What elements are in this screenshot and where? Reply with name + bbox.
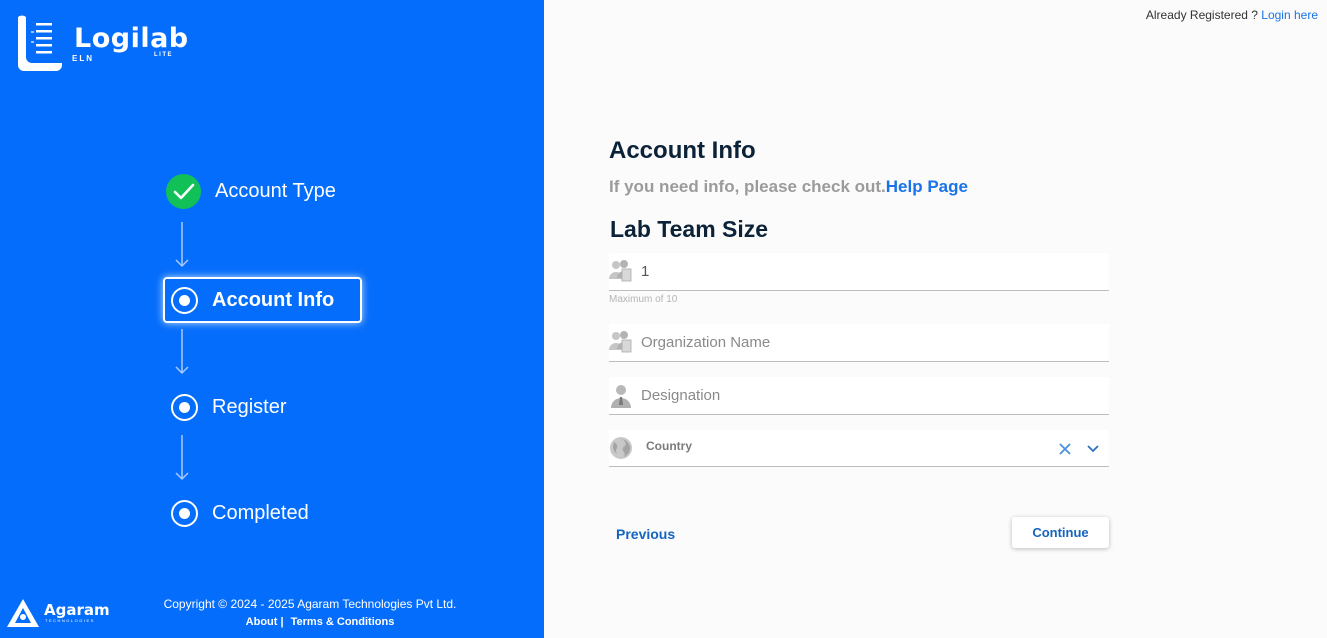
team-icon — [609, 259, 633, 285]
check-icon — [166, 174, 201, 209]
section-title: Lab Team Size — [610, 216, 769, 242]
brand-name: Logilab — [74, 23, 189, 54]
logilab-logo: Logilab ELN LITE — [14, 13, 194, 77]
designation-input[interactable] — [641, 387, 1081, 404]
logo-mark-icon — [18, 15, 62, 71]
country-select[interactable]: Country — [609, 430, 1109, 467]
arrow-down-icon — [175, 329, 189, 375]
previous-button[interactable]: Previous — [616, 526, 675, 542]
step-label: Account Type — [215, 180, 336, 202]
chevron-down-icon[interactable] — [1086, 442, 1100, 456]
agaram-logo: Agaram TECHNOLOGIES — [6, 596, 110, 630]
agaram-sub: TECHNOLOGIES — [45, 618, 95, 623]
step-completed: Completed — [171, 500, 309, 527]
step-label: Completed — [212, 502, 309, 524]
agaram-name: Agaram — [44, 601, 110, 619]
brand-tier: LITE — [154, 52, 173, 58]
already-registered: Already Registered ? Login here — [1146, 8, 1318, 22]
subtitle-text: If you need info, please check out. — [609, 177, 886, 196]
globe-icon — [609, 435, 633, 461]
copyright-text: Copyright © 2024 - 2025 Agaram Technolog… — [163, 597, 457, 611]
country-label: Country — [646, 438, 692, 453]
login-link[interactable]: Login here — [1261, 8, 1318, 22]
organization-field — [609, 324, 1109, 362]
arrow-down-icon — [175, 435, 189, 481]
brand-edition: ELN — [72, 54, 94, 63]
user-icon — [609, 383, 633, 409]
designation-field — [609, 377, 1109, 415]
team-size-hint: Maximum of 10 — [609, 294, 678, 305]
team-size-field — [609, 253, 1109, 291]
page-subtitle: If you need info, please check out.Help … — [609, 177, 968, 197]
terms-link[interactable]: Terms & Conditions — [291, 616, 395, 628]
step-account-info: Account Info — [163, 277, 363, 323]
radio-pending-icon — [171, 500, 198, 527]
step-label: Account Info — [212, 288, 335, 311]
agaram-logo-icon — [7, 599, 39, 627]
radio-pending-icon — [171, 394, 198, 421]
onboarding-sidebar: Logilab ELN LITE Account Type Account In… — [0, 0, 544, 638]
about-link[interactable]: About | — [246, 616, 284, 628]
organization-input[interactable] — [641, 334, 1081, 351]
already-text: Already Registered ? — [1145, 8, 1258, 22]
organization-icon — [609, 330, 633, 356]
help-page-link[interactable]: Help Page — [886, 177, 968, 196]
radio-active-icon — [171, 286, 198, 314]
step-account-type: Account Type — [166, 174, 336, 209]
clear-icon[interactable] — [1058, 442, 1072, 456]
continue-button[interactable]: Continue — [1012, 517, 1109, 548]
page-title: Account Info — [609, 137, 756, 164]
arrow-down-icon — [175, 222, 189, 268]
step-register: Register — [171, 394, 286, 421]
footer-links: About | Terms & Conditions — [110, 616, 530, 628]
step-label: Register — [212, 396, 287, 418]
team-size-input[interactable] — [641, 263, 1081, 280]
